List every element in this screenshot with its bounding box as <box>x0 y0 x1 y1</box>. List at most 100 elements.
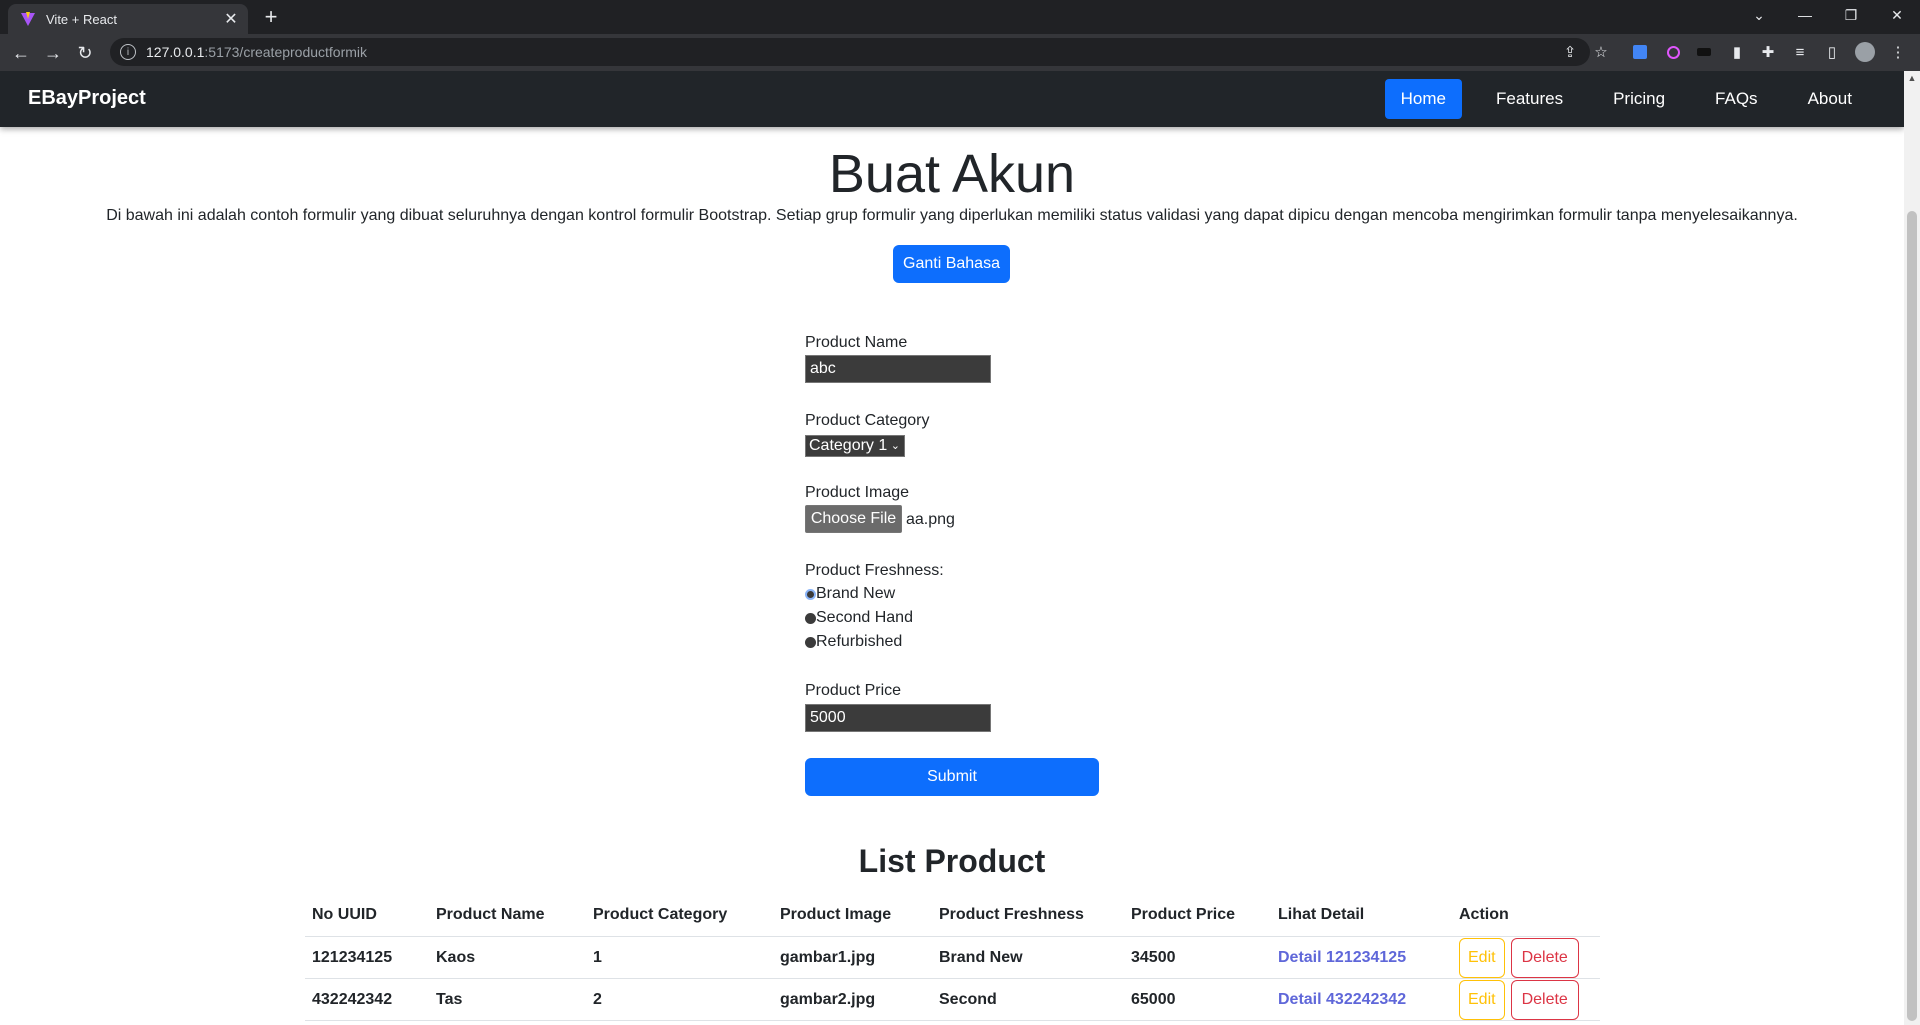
browser-tab-bar: Vite + React ✕ + ⌄ — ❐ ✕ <box>0 0 1920 34</box>
scrollbar-thumb[interactable] <box>1907 211 1917 1021</box>
cell-freshness: Brand New <box>932 936 1124 979</box>
cell-freshness: Second <box>932 978 1124 1021</box>
product-category-select[interactable]: Category 1 ⌄ <box>805 435 905 457</box>
site-info-icon[interactable]: i <box>120 44 136 60</box>
list-title: List Product <box>858 843 1046 879</box>
selected-file-name: aa.png <box>906 511 955 528</box>
side-panel-icon[interactable]: ▯ <box>1822 42 1842 62</box>
cell-action: Edit Delete <box>1452 936 1600 979</box>
delete-button[interactable]: Delete <box>1510 937 1579 978</box>
edit-button[interactable]: Edit <box>1459 979 1505 1020</box>
product-price-input[interactable]: 5000 <box>805 704 991 732</box>
cell-name: Tas <box>429 978 586 1021</box>
radio-label-brand-new: Brand New <box>816 585 896 602</box>
radio-label-second-hand: Second Hand <box>816 609 913 626</box>
cell-detail: Detail 121234125 <box>1271 936 1452 979</box>
cell-image: gambar2.jpg <box>773 978 932 1021</box>
cell-image: gambar1.jpg <box>773 936 932 979</box>
cell-action: Edit Delete <box>1452 978 1600 1021</box>
change-language-button[interactable]: Ganti Bahasa <box>893 245 1010 283</box>
cell-uuid: 432242342 <box>305 978 429 1021</box>
minimize-icon[interactable]: — <box>1782 0 1828 30</box>
extension-bag-icon[interactable]: ▮ <box>1727 42 1747 62</box>
freshness-option-brand-new[interactable]: Brand New <box>805 585 895 603</box>
url-path: :5173/createproductformik <box>204 44 368 60</box>
table-header-row: No UUID Product Name Product Category Pr… <box>305 894 1600 937</box>
table-row: 121234125 Kaos 1 gambar1.jpg Brand New 3… <box>305 936 1600 979</box>
nav-link-home[interactable]: Home <box>1384 79 1462 119</box>
reload-icon[interactable]: ↻ <box>74 42 96 64</box>
site-navbar: EBayProject Home Features Pricing FAQs A… <box>0 71 1904 127</box>
delete-button[interactable]: Delete <box>1510 979 1579 1020</box>
restore-icon[interactable]: ❐ <box>1828 0 1874 30</box>
detail-link[interactable]: Detail 432242342 <box>1278 991 1406 1008</box>
cell-uuid: 121234125 <box>305 936 429 979</box>
chrome-menu-icon[interactable]: ⋮ <box>1888 42 1908 62</box>
new-tab-icon[interactable]: + <box>258 5 284 31</box>
page-description: Di bawah ini adalah contoh formulir yang… <box>106 207 1798 224</box>
share-icon[interactable]: ⇪ <box>1560 42 1580 62</box>
column-header: Action <box>1452 894 1600 937</box>
radio-brand-new[interactable] <box>805 588 816 600</box>
cell-detail: Detail 432242342 <box>1271 978 1452 1021</box>
cell-name: Kaos <box>429 936 586 979</box>
chevron-down-icon: ⌄ <box>890 440 900 452</box>
url-host: 127.0.0.1 <box>146 44 205 60</box>
scroll-up-icon[interactable]: ▲ <box>1907 73 1917 83</box>
vite-logo-icon <box>20 11 36 27</box>
extension-circle-icon[interactable] <box>1663 42 1683 62</box>
product-category-value: Category 1 <box>809 437 888 454</box>
translate-icon[interactable] <box>1630 42 1650 62</box>
cell-price: 65000 <box>1124 978 1271 1021</box>
product-table: No UUID Product Name Product Category Pr… <box>305 894 1600 1021</box>
submit-button[interactable]: Submit <box>805 758 1099 796</box>
choose-file-button[interactable]: Choose File <box>805 505 902 533</box>
cell-category: 2 <box>586 978 773 1021</box>
url-field[interactable]: i 127.0.0.1:5173/createproductformik <box>110 38 1590 66</box>
radio-second-hand[interactable] <box>805 612 816 624</box>
column-header: Product Category <box>586 894 773 937</box>
cell-price: 34500 <box>1124 936 1271 979</box>
product-name-label: Product Name <box>805 334 908 351</box>
close-tab-icon[interactable]: ✕ <box>220 9 242 29</box>
back-icon[interactable]: ← <box>10 42 32 64</box>
nav-link-features[interactable]: Features <box>1480 79 1579 119</box>
navbar-brand[interactable]: EBayProject <box>28 87 146 110</box>
freshness-option-second-hand[interactable]: Second Hand <box>805 609 913 627</box>
profile-avatar[interactable] <box>1855 42 1875 62</box>
edit-button[interactable]: Edit <box>1459 937 1505 978</box>
column-header: Product Name <box>429 894 586 937</box>
extension-dark-icon[interactable] <box>1694 42 1714 62</box>
bookmark-star-icon[interactable]: ☆ <box>1591 42 1611 62</box>
radio-refurbished[interactable] <box>805 636 816 648</box>
product-category-label: Product Category <box>805 412 930 429</box>
radio-label-refurbished: Refurbished <box>816 633 903 650</box>
product-freshness-label: Product Freshness: <box>805 562 944 579</box>
freshness-option-refurbished[interactable]: Refurbished <box>805 633 902 651</box>
nav-link-about[interactable]: About <box>1792 79 1868 119</box>
reading-list-icon[interactable]: ≡ <box>1790 42 1810 62</box>
product-name-input[interactable]: abc <box>805 355 991 383</box>
column-header: Product Freshness <box>932 894 1124 937</box>
product-image-label: Product Image <box>805 484 910 501</box>
forward-icon[interactable]: → <box>42 42 64 64</box>
detail-link[interactable]: Detail 121234125 <box>1278 949 1406 966</box>
browser-tab[interactable]: Vite + React ✕ <box>8 4 248 34</box>
navbar-links: Home Features Pricing FAQs About <box>1367 79 1868 119</box>
page-scrollbar[interactable]: ▲ <box>1904 71 1920 1025</box>
page-title: Buat Akun <box>828 144 1076 204</box>
column-header: Product Price <box>1124 894 1271 937</box>
nav-link-pricing[interactable]: Pricing <box>1597 79 1681 119</box>
nav-link-faqs[interactable]: FAQs <box>1699 79 1774 119</box>
column-header: No UUID <box>305 894 429 937</box>
column-header: Lihat Detail <box>1271 894 1452 937</box>
tab-title: Vite + React <box>46 11 117 27</box>
extensions-puzzle-icon[interactable]: ✚ <box>1758 42 1778 62</box>
page-viewport: EBayProject Home Features Pricing FAQs A… <box>0 71 1904 1025</box>
close-window-icon[interactable]: ✕ <box>1874 0 1920 30</box>
product-price-label: Product Price <box>805 682 902 699</box>
table-row: 432242342 Tas 2 gambar2.jpg Second 65000… <box>305 978 1600 1021</box>
tab-search-icon[interactable]: ⌄ <box>1736 0 1782 30</box>
cell-category: 1 <box>586 936 773 979</box>
url-text: 127.0.0.1:5173/createproductformik <box>146 44 367 60</box>
